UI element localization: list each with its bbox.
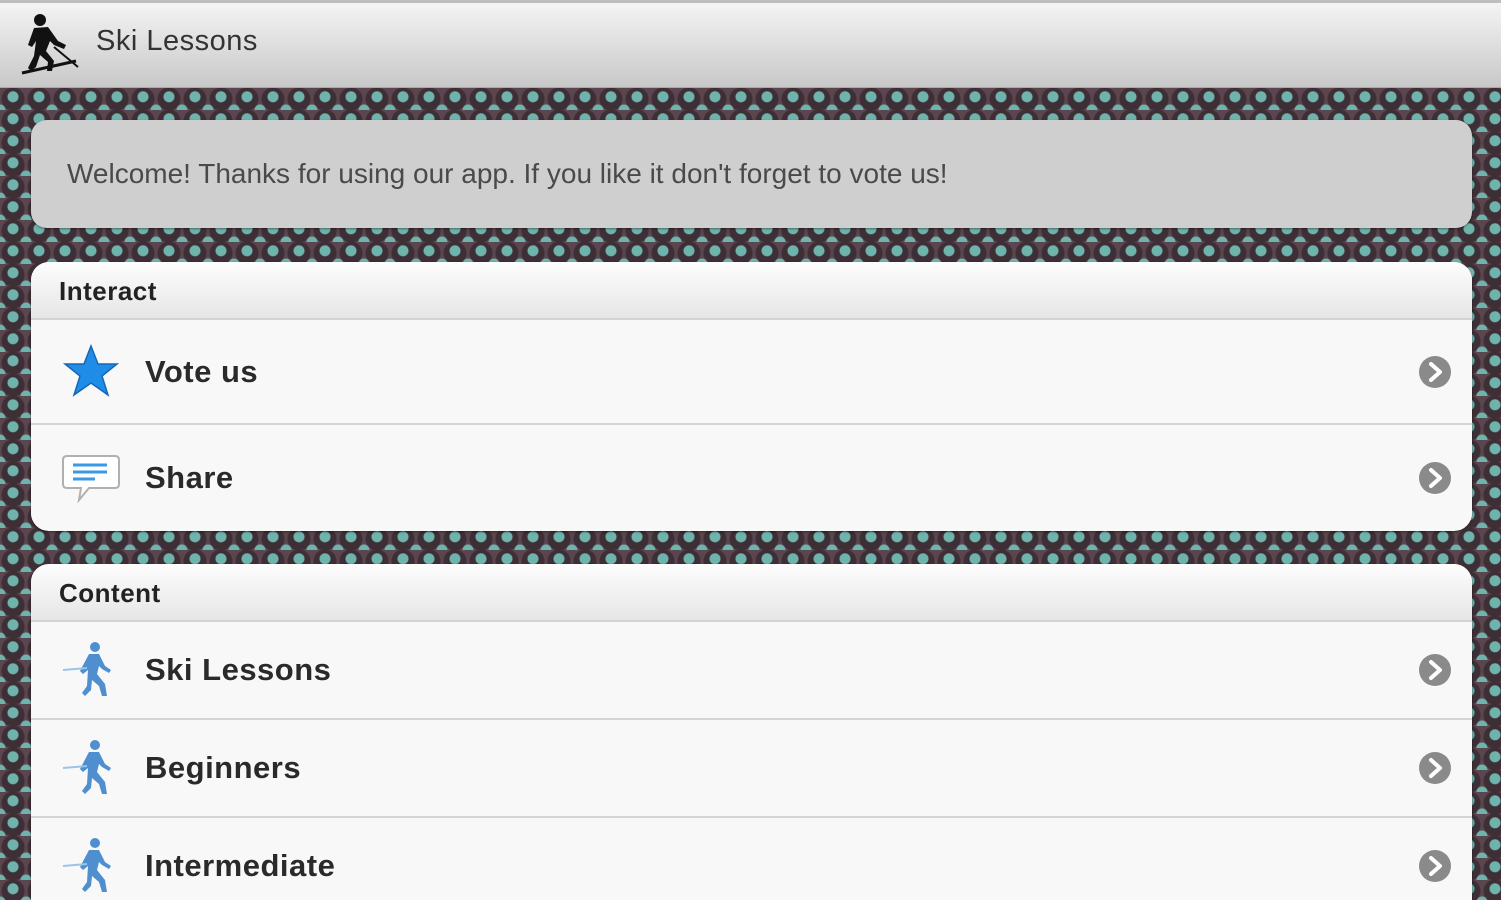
list-item-vote-us[interactable]: Vote us [31, 320, 1472, 425]
content-group: Content Ski Lessons Beginners Intermedia… [31, 564, 1472, 900]
speech-bubble-icon [62, 454, 120, 503]
chevron-right-icon [1419, 752, 1451, 784]
chevron-right-icon [1419, 461, 1451, 494]
group-header-content: Content [31, 564, 1472, 622]
group-header-interact: Interact [31, 262, 1472, 320]
list-item-label: Vote us [145, 353, 259, 389]
skier-icon [62, 740, 111, 794]
list-item-label: Share [145, 459, 234, 495]
chevron-right-icon [1419, 654, 1451, 686]
list-item-label: Ski Lessons [145, 652, 332, 687]
list-item-intermediate[interactable]: Intermediate [31, 818, 1472, 900]
skier-icon [62, 838, 111, 892]
list-item-label: Beginners [145, 750, 302, 785]
interact-group: Interact Vote us Share [31, 262, 1472, 531]
skier-icon [62, 642, 111, 696]
welcome-message: Welcome! Thanks for using our app. If yo… [31, 120, 1472, 228]
list-item-share[interactable]: Share [31, 425, 1472, 530]
chevron-right-icon [1419, 850, 1451, 882]
chevron-right-icon [1419, 355, 1451, 388]
title-bar: Ski Lessons [0, 0, 1501, 88]
list-item-ski-lessons[interactable]: Ski Lessons [31, 622, 1472, 720]
list-item-label: Intermediate [145, 848, 336, 883]
star-icon [62, 343, 120, 397]
app-title: Ski Lessons [96, 25, 258, 57]
list-item-beginners[interactable]: Beginners [31, 720, 1472, 818]
skier-logo-icon [21, 14, 79, 75]
